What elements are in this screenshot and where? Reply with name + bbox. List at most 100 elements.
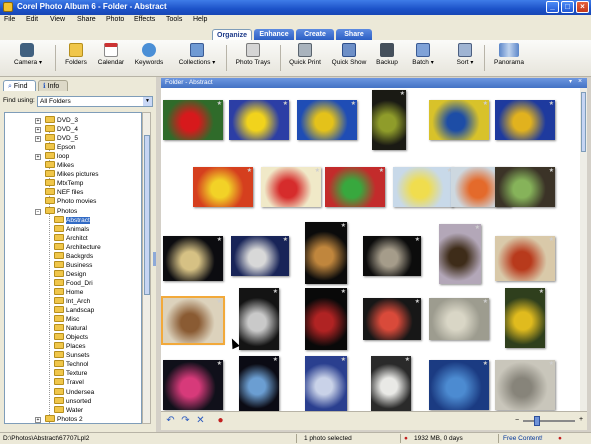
tab-organize[interactable]: Organize <box>212 29 252 40</box>
rating-star-icon[interactable]: ★ <box>217 237 222 243</box>
photo-thumbnail[interactable]: ★ <box>193 167 253 207</box>
photo-thumbnail[interactable]: ★ <box>429 100 489 140</box>
photo-thumbnail[interactable]: ★ <box>163 360 223 410</box>
photo-thumbnail[interactable]: ★ <box>495 100 555 140</box>
tree-scrollbar[interactable] <box>142 112 151 424</box>
rating-star-icon[interactable]: ★ <box>483 101 488 107</box>
pin-icon[interactable]: ▾ <box>569 78 572 85</box>
menu-help[interactable]: Help <box>193 16 207 23</box>
rating-star-icon[interactable]: ★ <box>415 237 420 243</box>
tab-find[interactable]: ⌕ Find <box>3 80 36 91</box>
photo-thumbnail[interactable]: ★ <box>305 288 347 350</box>
panel-splitter[interactable] <box>153 252 156 266</box>
rating-star-icon[interactable]: ★ <box>549 361 554 367</box>
photo-thumbnail[interactable]: ★ <box>305 356 347 411</box>
tree-item[interactable]: + Photos 2 <box>35 414 83 423</box>
zoom-out-icon[interactable]: − <box>515 417 519 424</box>
zoom-slider-thumb[interactable] <box>534 416 540 426</box>
photo-thumbnail[interactable]: ★ <box>439 224 481 284</box>
rating-star-icon[interactable]: ★ <box>549 168 554 174</box>
menu-effects[interactable]: Effects <box>134 16 155 23</box>
delete-icon[interactable]: ✕ <box>195 415 206 426</box>
free-content-link[interactable]: Free Content! <box>503 434 543 443</box>
tab-enhance[interactable]: Enhance <box>254 29 294 40</box>
calendar-button[interactable]: Calendar <box>94 43 128 74</box>
photo-thumbnail[interactable]: ★ <box>239 356 279 411</box>
expand-toggle-icon[interactable]: − <box>35 208 41 215</box>
rating-star-icon[interactable]: ★ <box>483 361 488 367</box>
photo-thumbnail[interactable]: ★ <box>371 356 411 411</box>
photo-trays-button[interactable]: Photo Trays <box>234 43 272 74</box>
photo-thumbnail[interactable]: ★ <box>261 167 321 207</box>
rating-star-icon[interactable]: ★ <box>415 299 420 305</box>
photo-thumbnail[interactable]: ★ <box>161 296 225 345</box>
tab-info[interactable]: ℹ Info <box>38 80 68 91</box>
photo-thumbnail[interactable]: ★ <box>163 236 223 281</box>
rating-star-icon[interactable]: ★ <box>351 101 356 107</box>
rating-star-icon[interactable]: ★ <box>405 357 410 363</box>
grid-scrollbar[interactable] <box>580 88 587 411</box>
rating-star-icon[interactable]: ★ <box>283 101 288 107</box>
rating-star-icon[interactable]: ★ <box>217 101 222 107</box>
rating-star-icon[interactable]: ★ <box>315 168 320 174</box>
rating-star-icon[interactable]: ★ <box>539 289 544 295</box>
photo-thumbnail[interactable]: ★ <box>372 90 406 150</box>
zoom-slider-track[interactable] <box>523 420 575 422</box>
rating-star-icon[interactable]: ★ <box>475 225 480 231</box>
photo-thumbnail[interactable]: ★ <box>229 100 289 140</box>
sort-button[interactable]: Sort ▾ <box>452 43 478 74</box>
photo-thumbnail[interactable]: ★ <box>429 360 489 410</box>
panorama-button[interactable]: Panorama <box>492 43 526 74</box>
maximize-button[interactable]: □ <box>561 1 574 13</box>
keywords-button[interactable]: Keywords <box>134 43 164 74</box>
menu-view[interactable]: View <box>50 16 65 23</box>
rating-star-icon[interactable]: ★ <box>549 101 554 107</box>
close-pane-icon[interactable]: × <box>578 78 582 85</box>
expand-toggle-icon[interactable]: + <box>35 127 41 134</box>
rating-star-icon[interactable]: ★ <box>273 289 278 295</box>
collections-button[interactable]: Collections ▾ <box>176 43 218 74</box>
expand-toggle-icon[interactable]: + <box>35 154 41 161</box>
rotate-right-icon[interactable]: ↷ <box>180 415 191 426</box>
quick-show-button[interactable]: Quick Show <box>331 43 367 74</box>
quick-print-button[interactable]: Quick Print <box>288 43 322 74</box>
minimize-button[interactable]: _ <box>546 1 559 13</box>
photo-thumbnail[interactable]: ★ <box>305 222 347 284</box>
menu-tools[interactable]: Tools <box>166 16 182 23</box>
batch-button[interactable]: Batch ▾ <box>410 43 436 74</box>
photo-thumbnail[interactable]: ★ <box>163 100 223 140</box>
red-eye-icon[interactable]: ● <box>215 415 226 426</box>
rating-star-icon[interactable]: ★ <box>273 357 278 363</box>
rating-star-icon[interactable]: ★ <box>341 223 346 229</box>
photo-thumbnail[interactable]: ★ <box>325 167 385 207</box>
rating-star-icon[interactable]: ★ <box>217 299 222 305</box>
photo-thumbnail[interactable]: ★ <box>495 236 555 281</box>
rating-star-icon[interactable]: ★ <box>549 237 554 243</box>
expand-toggle-icon[interactable]: + <box>35 136 41 143</box>
photo-thumbnail[interactable]: ★ <box>505 288 545 348</box>
rating-star-icon[interactable]: ★ <box>283 237 288 243</box>
photo-thumbnail[interactable]: ★ <box>363 236 421 276</box>
photo-thumbnail[interactable]: ★ <box>495 360 555 410</box>
grid-scrollbar-thumb[interactable] <box>581 92 586 152</box>
rotate-left-icon[interactable]: ↶ <box>165 415 176 426</box>
photo-thumbnail[interactable]: ★ <box>239 288 279 350</box>
rating-star-icon[interactable]: ★ <box>341 289 346 295</box>
tree-scrollbar-thumb[interactable] <box>144 135 150 295</box>
menu-photo[interactable]: Photo <box>106 16 124 23</box>
close-button[interactable]: × <box>576 1 589 13</box>
expand-toggle-icon[interactable]: + <box>35 118 41 124</box>
rating-star-icon[interactable]: ★ <box>379 168 384 174</box>
rating-star-icon[interactable]: ★ <box>217 361 222 367</box>
rating-star-icon[interactable]: ★ <box>247 168 252 174</box>
camera-button[interactable]: Camera ▾ <box>14 43 42 74</box>
folders-button[interactable]: Folders <box>63 43 89 74</box>
backup-button[interactable]: Backup <box>374 43 400 74</box>
photo-thumbnail[interactable]: ★ <box>363 298 421 340</box>
zoom-in-icon[interactable]: + <box>579 416 583 423</box>
rating-star-icon[interactable]: ★ <box>483 299 488 305</box>
tab-share[interactable]: Share <box>336 29 372 40</box>
photo-thumbnail[interactable]: ★ <box>231 236 289 276</box>
menu-file[interactable]: File <box>4 16 15 23</box>
photo-thumbnail[interactable]: ★ <box>297 100 357 140</box>
